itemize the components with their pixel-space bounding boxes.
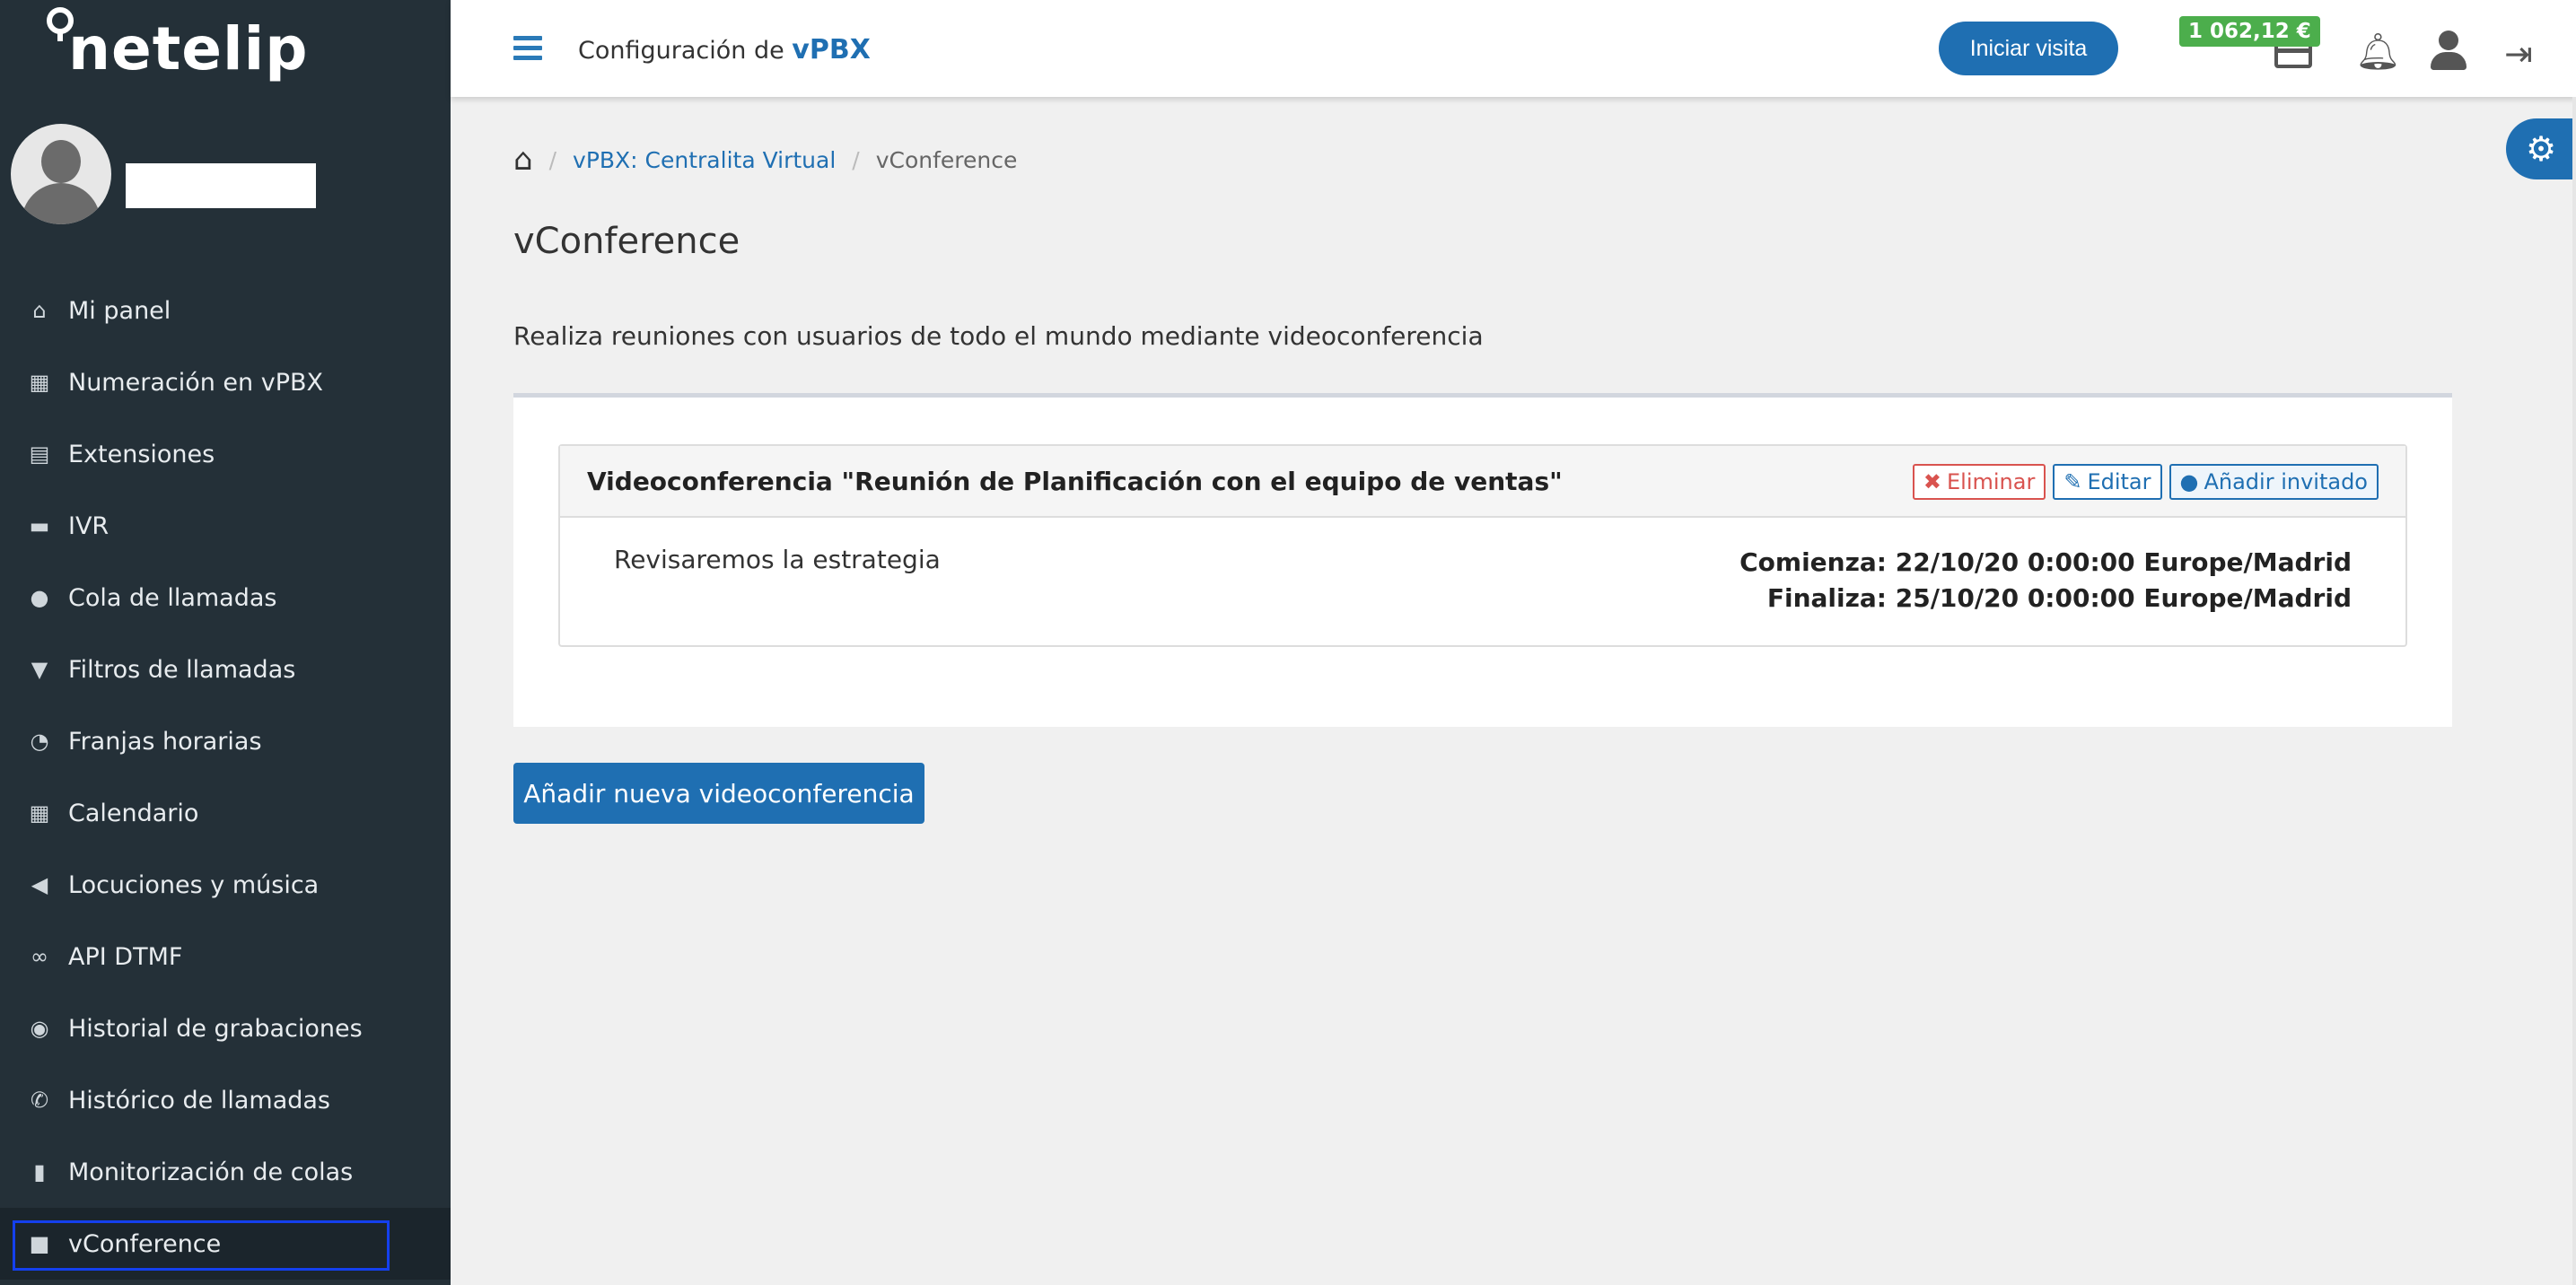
- conference-list-box: Videoconferencia "Reunión de Planificaci…: [513, 393, 2452, 727]
- settings-gears-icon[interactable]: ⚙: [2506, 118, 2576, 179]
- home-icon: ⌂: [32, 298, 47, 323]
- phone-icon: ✆: [30, 1088, 49, 1113]
- page-header-title: Configuración de vPBX: [578, 34, 871, 66]
- list-icon: ▤: [29, 441, 50, 467]
- topbar: Configuración de vPBX Iniciar visita 1 0…: [451, 0, 2576, 97]
- delete-button[interactable]: ✖ Eliminar: [1912, 464, 2046, 500]
- hamburger-menu-icon[interactable]: [513, 36, 542, 61]
- logout-icon[interactable]: ⇥: [2504, 34, 2533, 74]
- header-title-brand: vPBX: [792, 34, 871, 66]
- conference-end: Finaliza: 25/10/20 0:00:00 Europe/Madrid: [1766, 583, 2352, 613]
- conference-dates: Comienza: 22/10/20 0:00:00 Europe/Madrid…: [1739, 545, 2352, 616]
- conference-panel-header: Videoconferencia "Reunión de Planificaci…: [560, 446, 2405, 518]
- breadcrumb-separator: /: [548, 146, 557, 173]
- pencil-icon: ✎: [2063, 469, 2082, 494]
- grid-icon: ▦: [29, 370, 50, 395]
- balance-badge[interactable]: 1 062,12 €: [2179, 16, 2320, 47]
- sidebar-item-franjas-horarias[interactable]: ◔ Franjas horarias: [0, 705, 451, 777]
- sidebar-item-label: Historial de grabaciones: [68, 1014, 363, 1043]
- bar-chart-icon: ▮: [33, 1159, 46, 1184]
- sidebar-item-label: Locuciones y música: [68, 870, 320, 899]
- conference-description: Revisaremos la estrategia: [614, 545, 941, 574]
- sidebar-item-label: Filtros de llamadas: [68, 655, 296, 684]
- user-icon: ●: [2179, 469, 2199, 494]
- page-scrollbar[interactable]: [2572, 97, 2576, 1285]
- filter-icon: ▼: [31, 657, 48, 682]
- sidebar-item-label: Franjas horarias: [68, 727, 262, 756]
- breadcrumb-separator: /: [852, 146, 860, 173]
- clock-icon: ◔: [30, 729, 49, 754]
- user-icon: ●: [30, 585, 49, 610]
- conference-panel-body: Revisaremos la estrategia Comienza: 22/1…: [560, 518, 2405, 647]
- sidebar-item-label: Monitorización de colas: [68, 1158, 354, 1186]
- edit-button[interactable]: ✎ Editar: [2053, 464, 2162, 500]
- sidebar-nav: ⌂ Mi panel ▦ Numeración en vPBX ▤ Extensiones…: [0, 275, 451, 1280]
- bell-icon[interactable]: 🔔︎: [2355, 31, 2401, 73]
- delete-label: Eliminar: [1947, 469, 2036, 494]
- chat-icon: ▬: [29, 513, 50, 538]
- calendar-icon: ▦: [29, 800, 50, 826]
- user-name-redacted: [126, 163, 316, 208]
- conference-panel: Videoconferencia "Reunión de Planificaci…: [558, 444, 2407, 647]
- link-icon: ∞: [31, 944, 48, 969]
- sidebar-item-numeraci-n-en-vpbx[interactable]: ▦ Numeración en vPBX: [0, 346, 451, 418]
- sidebar-item-cola-de-llamadas[interactable]: ● Cola de llamadas: [0, 562, 451, 634]
- sidebar-item-ivr[interactable]: ▬ IVR: [0, 490, 451, 562]
- sidebar-item-api-dtmf[interactable]: ∞ API DTMF: [0, 921, 451, 992]
- volume-icon: ◀: [31, 872, 48, 897]
- sidebar-item-label: Numeración en vPBX: [68, 368, 324, 397]
- home-icon[interactable]: ⌂: [513, 142, 533, 178]
- sidebar-item-locuciones-y-m-sica[interactable]: ◀ Locuciones y música: [0, 849, 451, 921]
- sidebar: netelip ⌂ Mi panel ▦ Numeración en vPBX ▤ Ext…: [0, 0, 451, 1285]
- edit-label: Editar: [2087, 469, 2151, 494]
- sidebar-item-hist-rico-de-llamadas[interactable]: ✆ Histórico de llamadas: [0, 1064, 451, 1136]
- sidebar-item-historial-de-grabaciones[interactable]: ◉ Historial de grabaciones: [0, 992, 451, 1064]
- breadcrumb-link-vpbx[interactable]: vPBX: Centralita Virtual: [573, 147, 836, 173]
- sidebar-item-label: Extensiones: [68, 440, 215, 468]
- sidebar-item-vconference[interactable]: ■ vConference: [0, 1208, 451, 1280]
- sidebar-item-calendario[interactable]: ▦ Calendario: [0, 777, 451, 849]
- sidebar-item-monitorizaci-n-de-colas[interactable]: ▮ Monitorización de colas: [0, 1136, 451, 1208]
- sidebar-item-label: Calendario: [68, 799, 199, 827]
- start-tour-button[interactable]: Iniciar visita: [1939, 22, 2118, 75]
- page-description: Realiza reuniones con usuarios de todo e…: [513, 321, 1484, 351]
- user-profile-icon[interactable]: [2431, 31, 2466, 70]
- close-icon: ✖: [1923, 469, 1941, 494]
- page-title: vConference: [513, 221, 740, 262]
- sidebar-item-mi-panel[interactable]: ⌂ Mi panel: [0, 275, 451, 346]
- sidebar-item-filtros-de-llamadas[interactable]: ▼ Filtros de llamadas: [0, 634, 451, 705]
- sidebar-item-extensiones[interactable]: ▤ Extensiones: [0, 418, 451, 490]
- logo-text: netelip: [68, 14, 309, 83]
- breadcrumb: ⌂ / vPBX: Centralita Virtual / vConferen…: [513, 142, 1017, 178]
- sidebar-item-label: Histórico de llamadas: [68, 1086, 331, 1115]
- add-guest-label: Añadir invitado: [2204, 469, 2368, 494]
- sidebar-item-label: Mi panel: [68, 296, 171, 325]
- logo-pin-tail: [57, 31, 63, 41]
- add-guest-button[interactable]: ● Añadir invitado: [2169, 464, 2379, 500]
- sidebar-item-label: Cola de llamadas: [68, 583, 277, 612]
- conference-title: Videoconferencia "Reunión de Planificaci…: [587, 466, 1563, 496]
- avatar[interactable]: [11, 124, 111, 224]
- sidebar-item-label: IVR: [68, 511, 110, 540]
- breadcrumb-current: vConference: [875, 146, 1018, 173]
- focus-outline: [13, 1220, 390, 1271]
- sidebar-item-label: API DTMF: [68, 942, 183, 971]
- add-conference-button[interactable]: Añadir nueva videoconferencia: [513, 763, 924, 824]
- conference-start: Comienza: 22/10/20 0:00:00 Europe/Madrid: [1739, 547, 2352, 577]
- record-icon: ◉: [30, 1016, 49, 1041]
- conference-actions: ✖ Eliminar ✎ Editar ● Añadir invitado: [1912, 464, 2379, 500]
- header-title-prefix: Configuración de: [578, 37, 793, 65]
